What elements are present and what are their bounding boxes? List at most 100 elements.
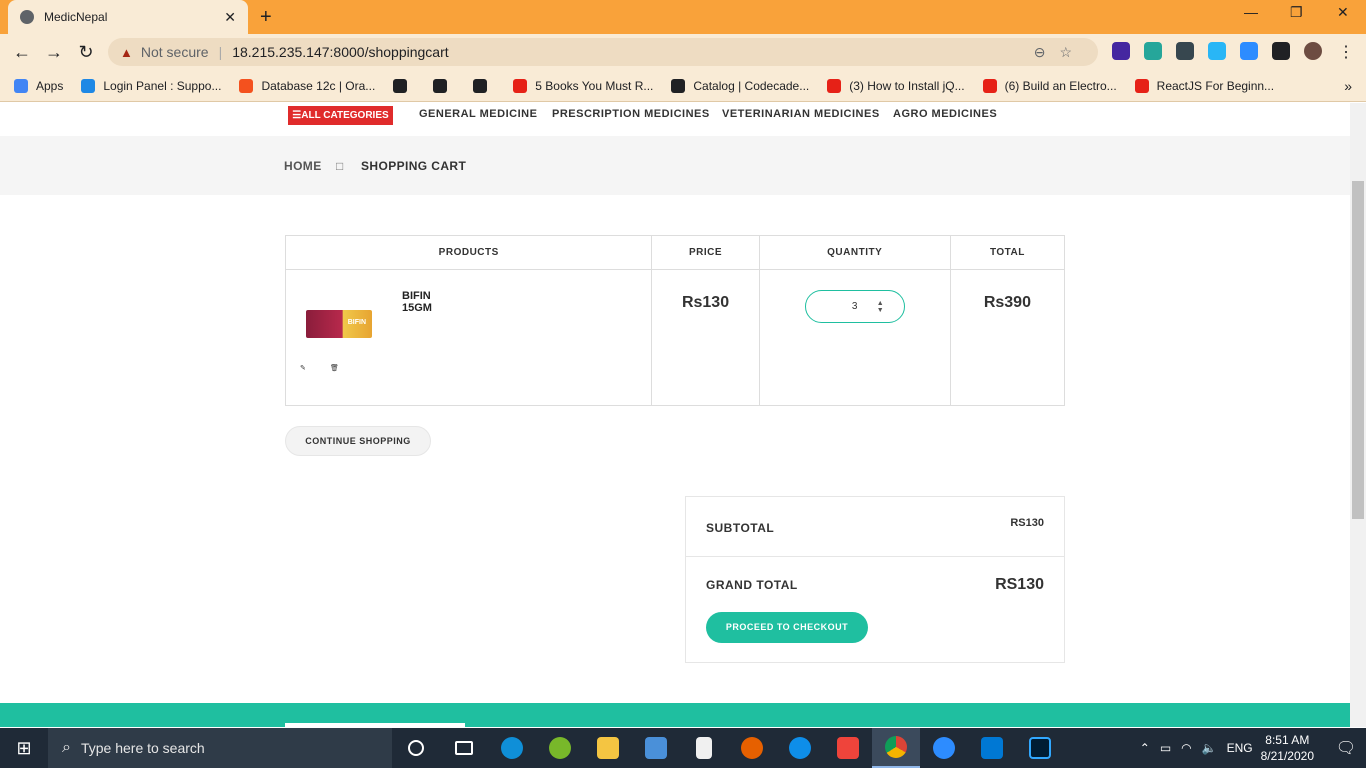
menu-dots-icon[interactable]: ⋮	[1338, 42, 1354, 62]
reload-icon[interactable]: ↻	[70, 42, 102, 63]
windows-start-icon[interactable]: ⊞	[0, 738, 48, 759]
bookmark-item[interactable]: Apps	[14, 78, 63, 93]
back-icon[interactable]: ←	[6, 42, 38, 63]
clock[interactable]: 8:51 AM 8/21/2020	[1261, 732, 1314, 764]
item-price: Rs130	[651, 269, 760, 406]
quantity-value[interactable]: 3	[852, 301, 858, 312]
wifi-icon[interactable]: ◠	[1181, 741, 1191, 755]
firefox-icon[interactable]	[728, 728, 776, 768]
bookmark-label: (3) How to Install jQ...	[849, 78, 965, 93]
bookmark-item[interactable]	[393, 78, 415, 93]
bookmark-icon	[393, 78, 408, 93]
file-icon[interactable]	[680, 728, 728, 768]
product-name[interactable]: BIFIN 15GM	[402, 290, 452, 314]
chevron-up-icon[interactable]: ⌃	[1140, 741, 1150, 755]
header-products: PRODUCTS	[284, 235, 653, 270]
avatar[interactable]	[1304, 42, 1322, 60]
bookmark-icon	[14, 78, 28, 93]
anydesk-icon[interactable]	[824, 728, 872, 768]
windows-taskbar: ⊞ ⌕ Type here to search ⌃ ▭ ◠ 🔈 ENG 8:51…	[0, 728, 1366, 768]
page-content: ☰ALL CATEGORIES GENERAL MEDICINE PRESCRI…	[0, 103, 1350, 727]
window-close-button[interactable]: ✕	[1337, 4, 1349, 21]
edit-icon[interactable]: ✎	[300, 364, 306, 372]
taskbar-search[interactable]: ⌕ Type here to search	[48, 728, 392, 768]
clock-time: 8:51 AM	[1265, 733, 1310, 747]
chrome-icon[interactable]	[872, 728, 920, 768]
bookmarks-more-icon[interactable]: »	[1344, 78, 1352, 94]
bookmark-item[interactable]: ReactJS For Beginn...	[1134, 78, 1275, 93]
restore-button[interactable]: ❐	[1290, 4, 1303, 21]
address-bar[interactable]: ▲ Not secure | 18.215.235.147:8000/shopp…	[108, 38, 1098, 66]
scrollbar-thumb[interactable]	[1352, 181, 1364, 519]
menu-general-medicine[interactable]: GENERAL MEDICINE	[419, 108, 537, 120]
task-view-icon[interactable]	[440, 728, 488, 768]
volume-icon[interactable]: 🔈	[1202, 741, 1217, 755]
extension-icon[interactable]	[1208, 42, 1226, 60]
bookmark-icon	[239, 78, 254, 93]
language-indicator[interactable]: ENG	[1227, 741, 1253, 755]
browser-toolbar: ← → ↻ ▲ Not secure | 18.215.235.147:8000…	[0, 34, 1366, 70]
notification-icon[interactable]: 🗨	[1326, 738, 1366, 758]
menu-prescription-medicines[interactable]: PRESCRIPTION MEDICINES	[552, 108, 710, 120]
menu-veterinarian-medicines[interactable]: VETERINARIAN MEDICINES	[722, 108, 880, 120]
bookmarks-bar: Apps Login Panel : Suppo... Database 12c |…	[0, 70, 1366, 102]
delete-icon[interactable]: 🗑	[330, 364, 339, 372]
bookmark-item[interactable]: (3) How to Install jQ...	[827, 78, 965, 93]
bookmark-item[interactable]	[473, 78, 495, 93]
bookmark-item[interactable]: Catalog | Codecade...	[671, 78, 809, 93]
url-text[interactable]: 18.215.235.147:8000/shoppingcart	[232, 44, 448, 60]
zoom-icon[interactable]	[920, 728, 968, 768]
clock-date: 8/21/2020	[1260, 749, 1314, 763]
system-tray: ⌃ ▭ ◠ 🔈 ENG 8:51 AM 8/21/2020 🗨	[1140, 728, 1366, 768]
cart-table: PRODUCTS PRICE QUANTITY TOTAL BIFIN BIFI…	[284, 235, 1066, 406]
product-image[interactable]: BIFIN	[306, 310, 372, 338]
zoom-extension-icon[interactable]	[1240, 42, 1258, 60]
divider	[686, 556, 1064, 557]
not-secure-label[interactable]: Not secure	[141, 44, 209, 60]
extension-icon[interactable]	[1112, 42, 1130, 60]
file-explorer-icon[interactable]	[584, 728, 632, 768]
menu-agro-medicines[interactable]: AGRO MEDICINES	[893, 108, 997, 120]
bookmark-label: ReactJS For Beginn...	[1156, 78, 1275, 93]
new-tab-button[interactable]: +	[260, 6, 272, 29]
proceed-to-checkout-button[interactable]: PROCEED TO CHECKOUT	[706, 612, 868, 643]
search-placeholder[interactable]: Type here to search	[81, 740, 205, 756]
bookmark-icon	[1134, 78, 1149, 93]
product-image-label: BIFIN	[347, 319, 366, 326]
tab-title: MedicNepal	[44, 10, 108, 24]
browser-tab[interactable]: MedicNepal ✕	[8, 0, 248, 34]
zoom-and-star-icons[interactable]: ⊖☆	[1034, 44, 1086, 61]
breadcrumb-home[interactable]: HOME	[284, 159, 322, 173]
extension-icon[interactable]	[1144, 42, 1162, 60]
spinner-arrows-icon[interactable]: ▲ ▼	[877, 300, 884, 314]
quantity-stepper[interactable]: 3 ▲ ▼	[804, 290, 905, 323]
bookmark-item[interactable]: 5 Books You Must R...	[513, 78, 654, 93]
bookmark-item[interactable]: (6) Build an Electro...	[982, 78, 1117, 93]
all-categories-button[interactable]: ☰ALL CATEGORIES	[288, 106, 393, 125]
photoshop-icon[interactable]	[1016, 728, 1064, 768]
bookmark-item[interactable]: Login Panel : Suppo...	[81, 78, 221, 93]
bookmark-icon	[827, 78, 842, 93]
mail-icon[interactable]	[632, 728, 680, 768]
continue-shopping-button[interactable]: CONTINUE SHOPPING	[285, 426, 431, 456]
tab-close-icon[interactable]: ✕	[224, 9, 236, 26]
cortana-icon[interactable]	[392, 728, 440, 768]
bookmark-item[interactable]	[433, 78, 455, 93]
puzzle-icon[interactable]	[1272, 42, 1290, 60]
scrollbar[interactable]	[1350, 103, 1366, 727]
bookmark-icon	[513, 78, 528, 93]
bookmark-label: 5 Books You Must R...	[535, 78, 654, 93]
footer-logo	[285, 723, 465, 727]
edge-icon[interactable]	[488, 728, 536, 768]
battery-icon[interactable]: ▭	[1160, 741, 1171, 755]
utorrent-icon[interactable]	[536, 728, 584, 768]
cart-header-row: PRODUCTS PRICE QUANTITY TOTAL	[284, 235, 1066, 270]
bookmark-item[interactable]: Database 12c | Ora...	[239, 78, 375, 93]
forward-icon[interactable]: →	[38, 42, 70, 63]
minimize-button[interactable]: —	[1244, 4, 1258, 20]
breadcrumb-current: SHOPPING CART	[361, 159, 467, 173]
category-menu: ☰ALL CATEGORIES GENERAL MEDICINE PRESCRI…	[0, 103, 1350, 136]
vscode-icon[interactable]	[968, 728, 1016, 768]
teamviewer-icon[interactable]	[776, 728, 824, 768]
extension-icon[interactable]	[1176, 42, 1194, 60]
